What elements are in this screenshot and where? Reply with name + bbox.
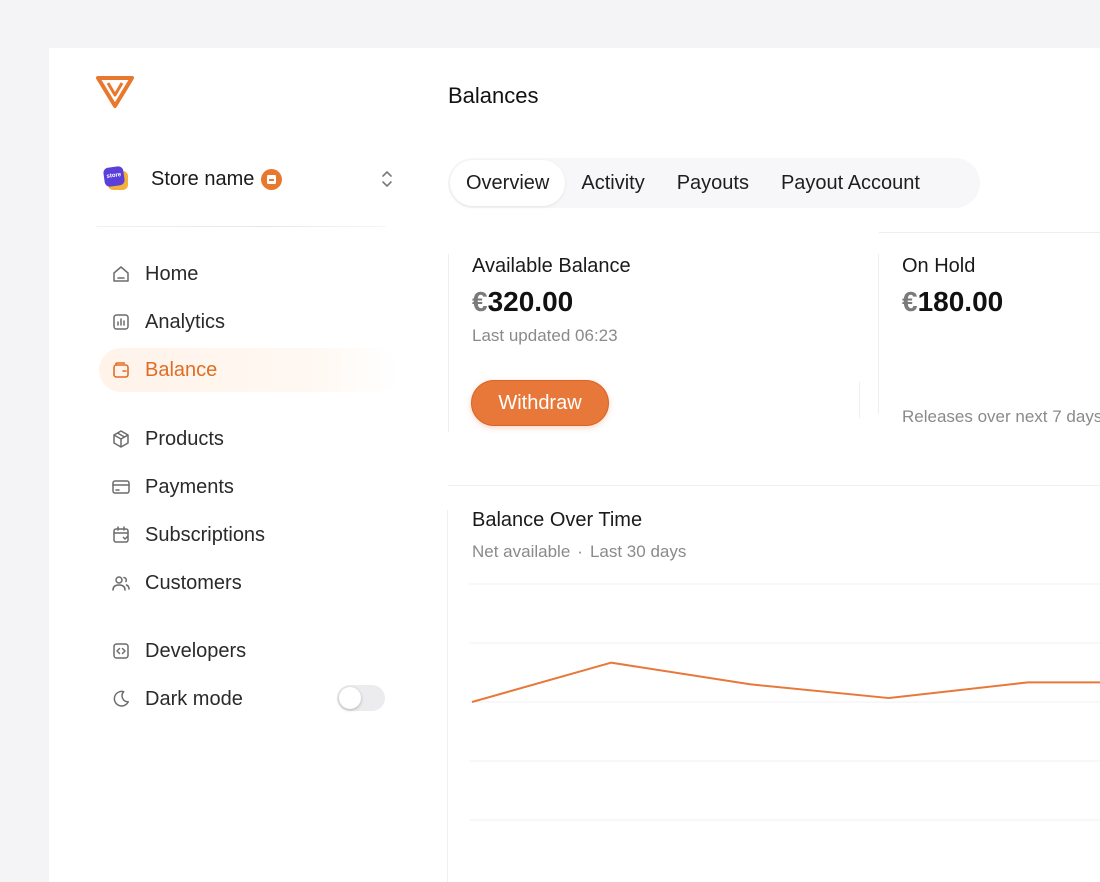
chart-divider xyxy=(447,510,448,882)
credit-card-icon xyxy=(111,477,131,497)
sidebar-item-label: Products xyxy=(145,427,224,450)
wallet-icon xyxy=(111,360,131,380)
available-balance-label: Available Balance xyxy=(472,255,631,277)
bar-chart-icon xyxy=(111,312,131,332)
users-icon xyxy=(111,573,131,593)
chart-subtitle: Net available · Last 30 days xyxy=(472,542,686,562)
on-hold-label: On Hold xyxy=(902,255,976,277)
chart-series-line xyxy=(471,661,1100,703)
sidebar-divider xyxy=(96,226,386,227)
balance-line-chart[interactable] xyxy=(469,578,1100,882)
sidebar-item-label: Payments xyxy=(145,475,234,498)
card-divider xyxy=(859,382,860,418)
tab-bar: Overview Activity Payouts Payout Account xyxy=(448,158,980,208)
chart-title: Balance Over Time xyxy=(472,509,643,531)
brand-logo-icon[interactable] xyxy=(96,75,134,109)
chart-subtitle-metric: Net available xyxy=(472,542,571,561)
code-icon xyxy=(111,641,131,661)
on-hold-amount: €180.00 xyxy=(902,286,1003,318)
sidebar-item-developers[interactable]: Developers xyxy=(99,629,399,673)
store-avatar-text: store xyxy=(102,165,126,188)
card-divider xyxy=(878,254,879,414)
last-updated-text: Last updated 06:23 xyxy=(472,326,618,345)
chart-subtitle-range: Last 30 days xyxy=(589,542,687,561)
amount-value: 320.00 xyxy=(487,286,574,317)
sidebar-item-label: Analytics xyxy=(145,310,226,333)
sidebar-item-label: Dark mode xyxy=(145,687,243,710)
sidebar-item-label: Home xyxy=(145,262,199,285)
sidebar-item-label: Customers xyxy=(145,571,242,594)
sidebar-item-customers[interactable]: Customers xyxy=(99,561,399,605)
tab-overview[interactable]: Overview xyxy=(450,160,566,206)
store-avatar: store xyxy=(102,165,128,191)
dark-mode-toggle[interactable] xyxy=(337,685,385,711)
store-switcher[interactable]: store Store name xyxy=(102,161,394,197)
calendar-icon xyxy=(111,525,131,545)
sidebar-item-home[interactable]: Home xyxy=(99,252,399,296)
on-hold-note: Releases over next 7 days xyxy=(902,407,1100,426)
store-name: Store name xyxy=(151,167,255,190)
store-badge-icon xyxy=(261,168,283,190)
home-icon xyxy=(111,264,131,284)
card-divider xyxy=(448,254,449,432)
tab-activity[interactable]: Activity xyxy=(565,160,660,206)
chart-subtitle-separator: · xyxy=(577,542,583,561)
moon-icon xyxy=(111,689,131,709)
box-icon xyxy=(111,429,131,449)
section-divider xyxy=(448,485,1100,486)
sidebar-item-payments[interactable]: Payments xyxy=(99,465,399,509)
sidebar-item-label: Balance xyxy=(145,358,218,381)
toggle-knob xyxy=(339,687,361,709)
sidebar-item-label: Subscriptions xyxy=(145,523,266,546)
amount-value: 180.00 xyxy=(917,286,1004,317)
sidebar-item-label: Developers xyxy=(145,639,247,662)
app-window: store Store name Home Analytics Balance xyxy=(49,48,1100,882)
sidebar-item-subscriptions[interactable]: Subscriptions xyxy=(99,513,399,557)
currency-symbol: € xyxy=(472,286,488,317)
sidebar-item-balance[interactable]: Balance xyxy=(99,348,399,392)
sidebar-item-analytics[interactable]: Analytics xyxy=(99,300,399,344)
tab-payout-account[interactable]: Payout Account xyxy=(765,160,936,206)
tab-payouts[interactable]: Payouts xyxy=(661,160,765,206)
page-title: Balances xyxy=(448,83,539,108)
card-divider xyxy=(879,232,1100,233)
withdraw-button[interactable]: Withdraw xyxy=(471,380,609,426)
chevron-up-down-icon[interactable] xyxy=(380,169,394,189)
currency-symbol: € xyxy=(902,286,918,317)
sidebar-item-products[interactable]: Products xyxy=(99,417,399,461)
available-balance-amount: €320.00 xyxy=(472,286,573,318)
